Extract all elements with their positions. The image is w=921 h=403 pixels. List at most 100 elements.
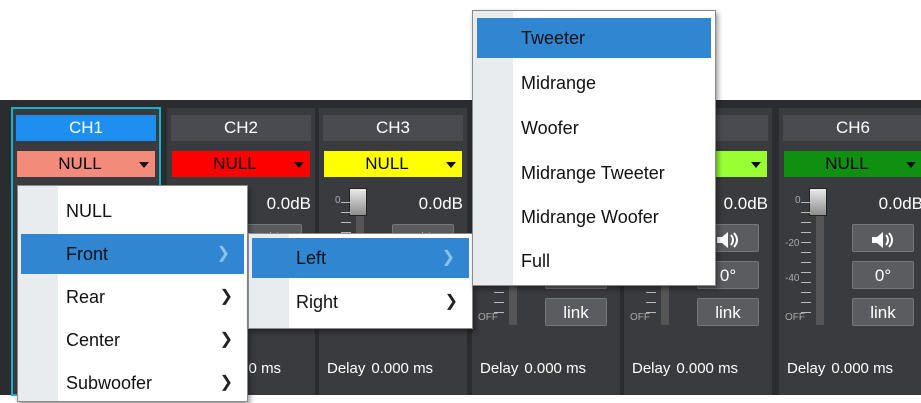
menu-item-label: Full — [521, 251, 551, 271]
fader-tick — [801, 262, 811, 263]
speaker-volume-icon — [872, 231, 893, 248]
channel-type-value: NULL — [58, 154, 102, 173]
chevron-right-icon: ❯ — [441, 249, 455, 266]
fader-knob[interactable] — [809, 188, 827, 216]
channel-type-select[interactable]: NULL — [784, 151, 921, 177]
fader-tick — [801, 222, 811, 223]
fader-tick — [646, 312, 656, 313]
fader-tick — [646, 302, 656, 303]
caret-down-icon — [446, 162, 456, 168]
channel-type-value: NULL — [825, 154, 869, 173]
channel-type-value: NULL — [213, 154, 257, 173]
gain-value: 0.0dB — [878, 194, 921, 213]
delay-value[interactable]: 0.000 ms — [371, 360, 433, 377]
menu-item-label: Right — [296, 292, 339, 312]
menu-item-center[interactable]: Center ❯ — [18, 320, 247, 360]
fader-knob[interactable] — [349, 188, 367, 216]
fader-tick — [494, 302, 504, 303]
fader-tick — [494, 312, 504, 313]
scale-label-off: OFF — [785, 312, 805, 323]
fader-tick — [341, 202, 351, 203]
caret-down-icon — [751, 162, 761, 168]
scale-label-zero: 0 — [795, 195, 801, 206]
scale-label-off: OFF — [478, 312, 498, 323]
delay-readout: Delay 0.000 ms — [327, 360, 433, 377]
menu-item-label: Rear — [66, 287, 106, 307]
chevron-right-icon: ❯ — [216, 245, 230, 262]
scale-label-off: OFF — [630, 312, 650, 323]
delay-label: Delay — [787, 360, 826, 377]
channel-type-select[interactable]: NULL — [17, 151, 155, 177]
chevron-right-icon: ❯ — [219, 374, 233, 391]
fader-tick — [801, 242, 811, 243]
chevron-right-icon: ❯ — [219, 288, 233, 305]
menu-item-full[interactable]: Full — [473, 241, 715, 281]
scale-label-minus40: -40 — [785, 273, 800, 284]
link-button[interactable]: link — [545, 298, 607, 326]
channel-tab[interactable]: CH3 — [323, 115, 463, 141]
channel-tab[interactable]: CH6 — [783, 115, 921, 141]
delay-label: Delay — [327, 360, 366, 377]
menu-item-right[interactable]: Right ❯ — [249, 282, 472, 322]
channel-tab[interactable]: CH2 — [171, 115, 311, 141]
delay-value[interactable]: 0.000 ms — [676, 360, 738, 377]
scale-label-zero: 0 — [335, 195, 341, 206]
delay-readout: Delay 0.000 ms — [632, 360, 738, 377]
link-button[interactable]: link — [852, 298, 914, 326]
menu-item-label: Front — [66, 244, 109, 264]
menu-item-label: Subwoofer — [66, 373, 153, 393]
channel-strip-6: CH6 NULL 0 -20 -40 OFF 0.0dB 0° link Delay 0.000 m… — [779, 108, 921, 395]
menu-item-midrange[interactable]: Midrange — [473, 63, 715, 103]
chevron-right-icon: ❯ — [219, 331, 233, 348]
dropdown-menu-level2: Left ❯ Right ❯ — [248, 233, 473, 329]
menu-item-tweeter[interactable]: Tweeter — [477, 18, 711, 58]
menu-item-label: Tweeter — [521, 28, 586, 48]
fader-tick — [341, 212, 351, 213]
channel-tab[interactable]: CH1 — [16, 115, 156, 141]
delay-label: Delay — [632, 360, 671, 377]
phase-button[interactable]: 0° — [852, 261, 914, 289]
delay-value[interactable]: 0.000 ms — [524, 360, 586, 377]
delay-value[interactable]: 0.000 ms — [831, 360, 893, 377]
dropdown-menu-level1: NULL Front ❯ Rear ❯ Center ❯ Subwoofer ❯ — [17, 185, 248, 402]
menu-item-label: Midrange Woofer — [521, 207, 659, 227]
fader-tick — [801, 232, 811, 233]
fader-tick — [801, 212, 811, 213]
fader-tick — [341, 222, 351, 223]
dropdown-menu-level3: Tweeter Midrange Woofer Midrange Tweeter… — [472, 10, 716, 286]
menu-item-label: Midrange — [521, 73, 597, 93]
delay-readout: Delay 0.000 ms — [787, 360, 893, 377]
chevron-right-icon: ❯ — [444, 293, 458, 310]
scale-label-minus20: -20 — [785, 238, 800, 249]
fader-tick — [801, 312, 811, 313]
menu-item-left[interactable]: Left ❯ — [252, 238, 469, 278]
fader-tick — [646, 292, 656, 293]
menu-item-label: Left — [296, 248, 327, 268]
channel-type-select[interactable]: NULL — [172, 151, 310, 177]
menu-item-subwoofer[interactable]: Subwoofer ❯ — [18, 363, 247, 403]
fader-tick — [801, 292, 811, 293]
fader-tick — [801, 302, 811, 303]
mute-button[interactable] — [852, 224, 914, 252]
volume-fader[interactable]: 0 -20 -40 OFF — [785, 188, 845, 325]
menu-item-rear[interactable]: Rear ❯ — [18, 277, 247, 317]
link-button[interactable]: link — [697, 298, 759, 326]
caret-down-icon — [294, 162, 304, 168]
menu-item-woofer[interactable]: Woofer — [473, 108, 715, 148]
speaker-volume-icon — [717, 231, 738, 248]
delay-label: Delay — [480, 360, 519, 377]
menu-item-label: Midrange Tweeter — [521, 163, 665, 183]
fader-tick — [801, 272, 811, 273]
delay-readout: Delay 0.000 ms — [480, 360, 586, 377]
channel-type-value: NULL — [365, 154, 409, 173]
gain-value: 0.0dB — [418, 194, 463, 213]
gain-value: 0.0dB — [266, 194, 311, 213]
menu-item-null[interactable]: NULL — [18, 191, 247, 231]
menu-item-midrange-tweeter[interactable]: Midrange Tweeter — [473, 153, 715, 193]
caret-down-icon — [139, 162, 149, 168]
menu-item-front[interactable]: Front ❯ — [21, 234, 244, 274]
menu-item-label: Woofer — [521, 118, 579, 138]
fader-tick — [494, 292, 504, 293]
menu-item-midrange-woofer[interactable]: Midrange Woofer — [473, 197, 715, 237]
channel-type-select[interactable]: NULL — [324, 151, 462, 177]
